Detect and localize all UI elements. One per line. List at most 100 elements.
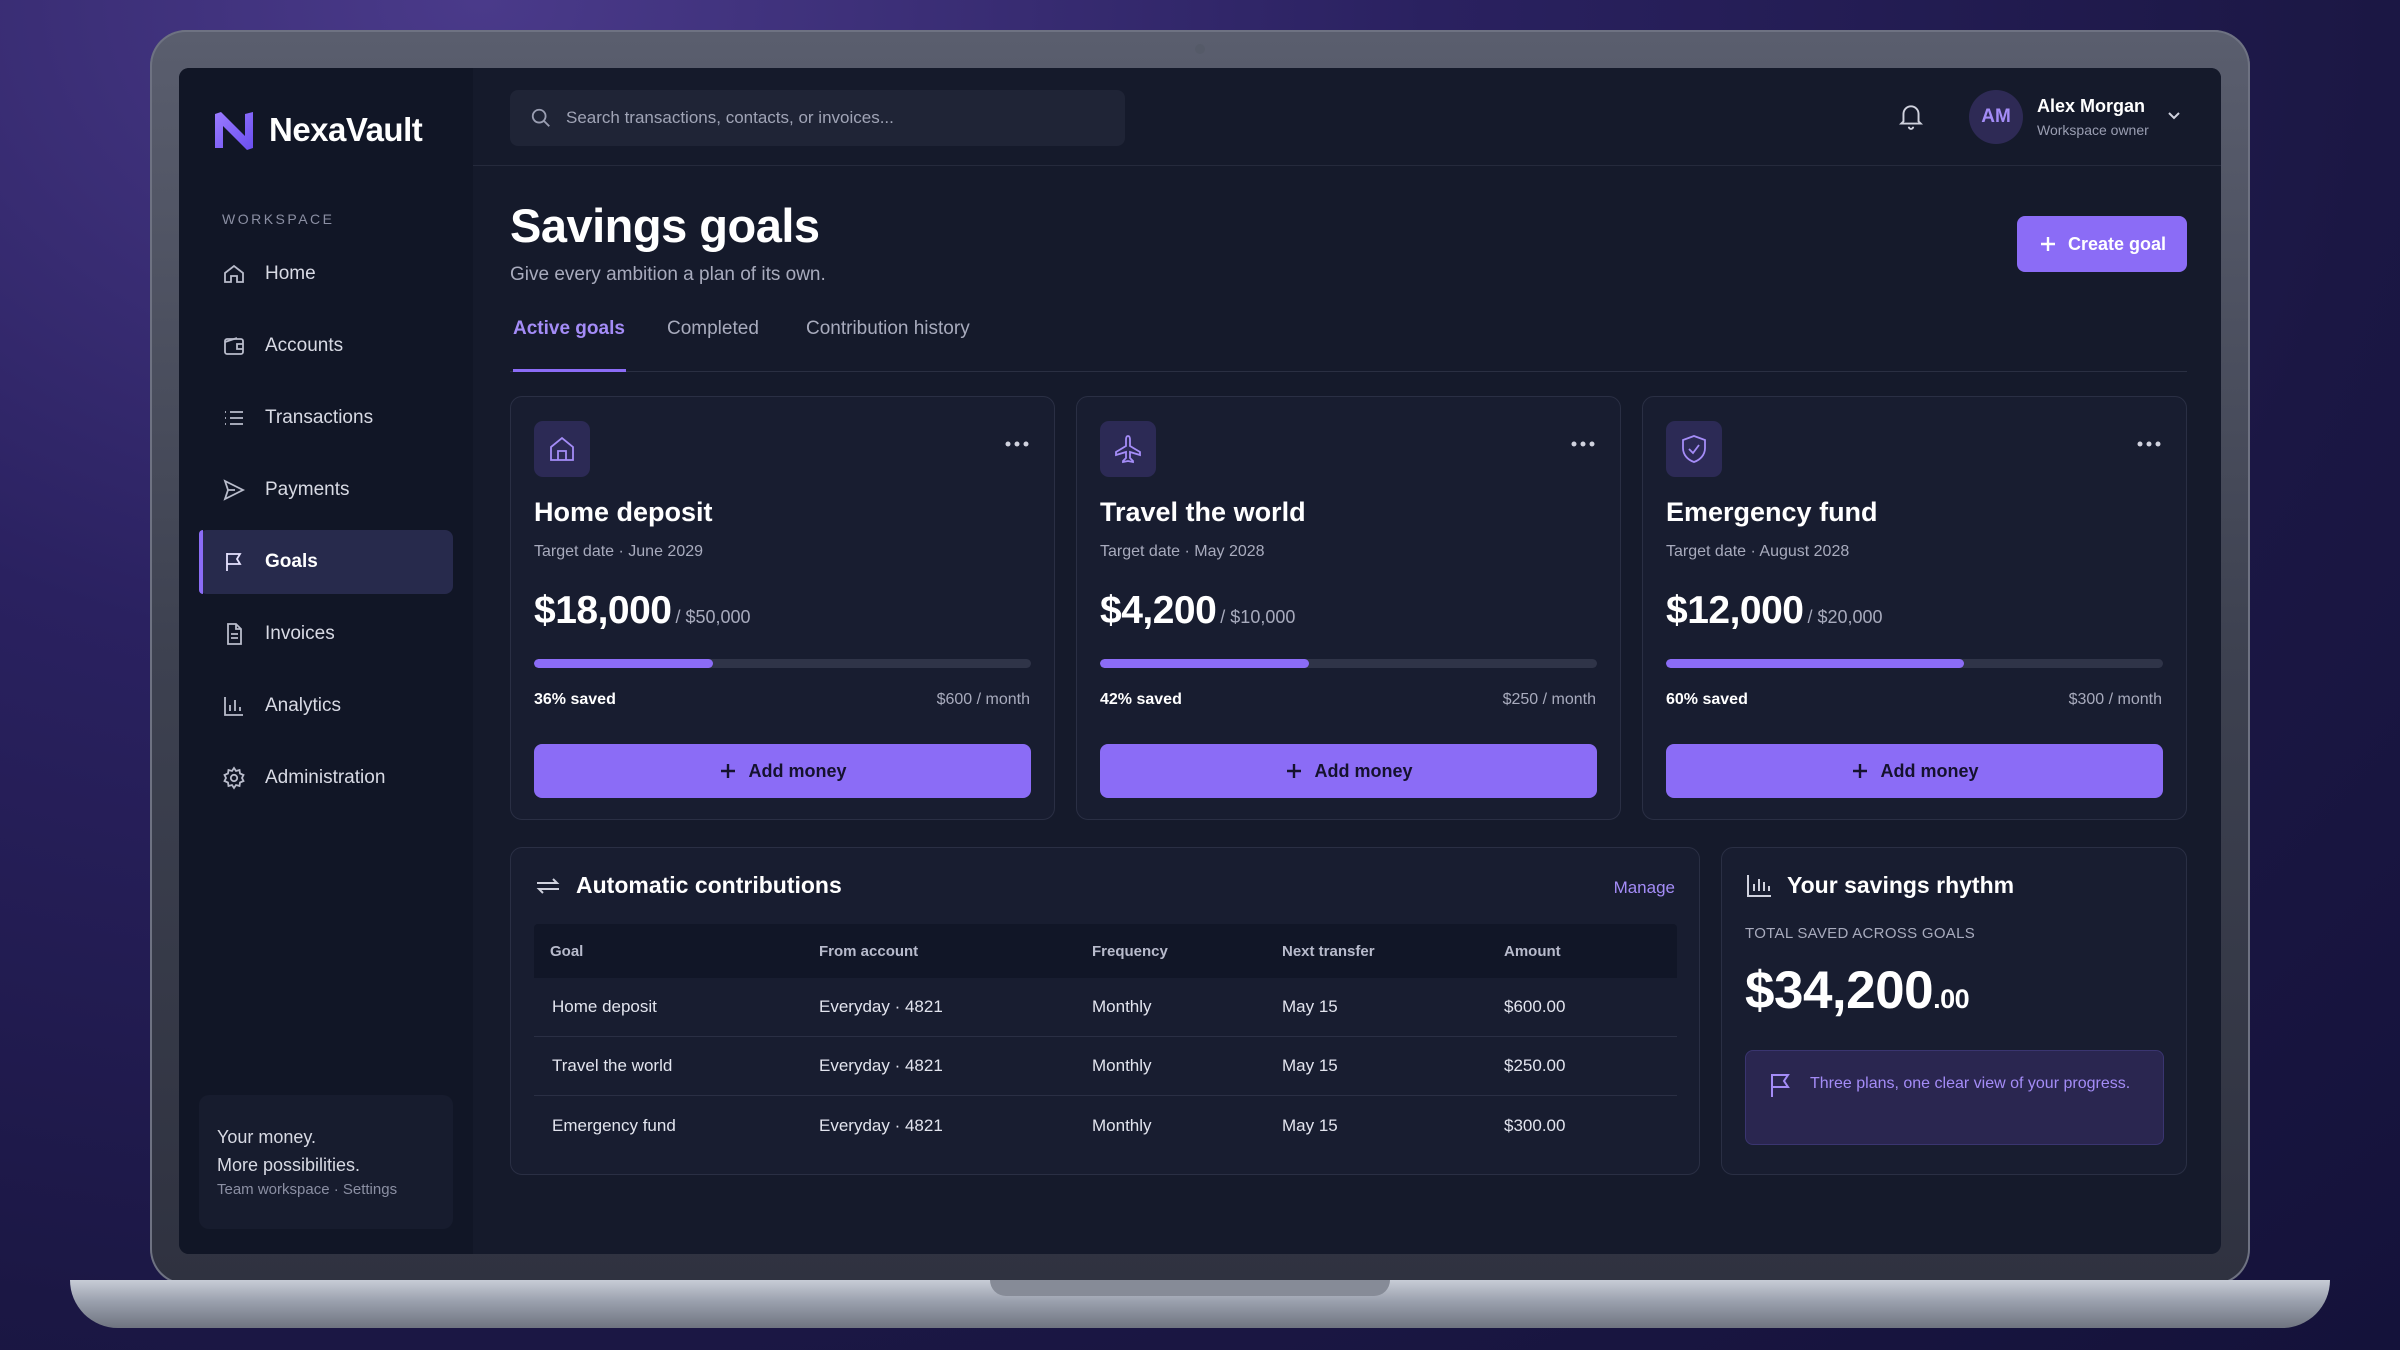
cell-next-transfer: May 15: [1282, 997, 1338, 1016]
table-row[interactable]: Travel the world Everyday · 4821 Monthly…: [534, 1037, 1677, 1096]
workspace-label: WORKSPACE: [222, 211, 335, 227]
sidebar-item-label: Analytics: [265, 695, 342, 716]
cell-amount: $250.00: [1504, 1056, 1566, 1075]
goal-monthly-rate: $250 / month: [1502, 691, 1596, 708]
table-row[interactable]: Emergency fund Everyday · 4821 Monthly M…: [534, 1096, 1677, 1155]
cell-goal: Travel the world: [552, 1056, 673, 1075]
sidebar-item-transactions[interactable]: Transactions: [199, 386, 453, 450]
saved-value: $4,200: [1100, 589, 1217, 632]
sidebar-item-analytics[interactable]: Analytics: [199, 674, 453, 738]
flag-icon: [1771, 1074, 1790, 1097]
search-input[interactable]: [566, 108, 1106, 128]
sidebar-item-label: Accounts: [265, 335, 344, 356]
add-money-button[interactable]: Add money: [534, 744, 1031, 798]
sidebar-item-label: Home: [265, 263, 316, 284]
plane-icon: [1100, 421, 1156, 477]
send-icon: [221, 477, 247, 503]
sidebar-item-home[interactable]: Home: [199, 242, 453, 306]
sidebar-item-accounts[interactable]: Accounts: [199, 314, 453, 378]
goal-progress-bar: [1666, 659, 2163, 668]
user-name[interactable]: Alex Morgan: [2037, 96, 2145, 117]
goal-target-date: Target date · August 2028: [1666, 543, 1850, 560]
more-options-icon[interactable]: [1004, 435, 1030, 447]
plus-icon: [2040, 237, 2055, 251]
cell-account: Everyday · 4821: [819, 1115, 943, 1135]
goal-target-amount: / $20,000: [1807, 607, 1883, 627]
user-role: Workspace owner: [2037, 122, 2149, 138]
home-icon: [221, 261, 247, 287]
create-goal-button[interactable]: Create goal: [2017, 216, 2187, 272]
search-bar[interactable]: [510, 90, 1125, 146]
brand[interactable]: NexaVault: [211, 108, 423, 152]
panel-title: Your savings rhythm: [1787, 872, 2015, 898]
cell-account: Everyday · 4821: [819, 1056, 943, 1075]
column-header[interactable]: Next transfer: [1282, 943, 1504, 960]
add-money-button[interactable]: Add money: [1666, 744, 2163, 798]
goal-percent-saved: 42% saved: [1100, 691, 1182, 708]
column-header[interactable]: Amount: [1504, 943, 1674, 960]
column-header[interactable]: Goal: [534, 943, 819, 960]
avatar[interactable]: AM: [1969, 90, 2023, 144]
sidebar-item-administration[interactable]: Administration: [199, 746, 453, 810]
total-dollars: $34,200: [1745, 961, 1934, 1020]
tab-active-goals[interactable]: Active goals: [513, 318, 626, 372]
manage-link[interactable]: Manage: [1614, 878, 1675, 898]
sidebar-nav: Home Accounts Transactions Payments Goal…: [199, 242, 453, 818]
goal-title: Home deposit: [534, 497, 713, 527]
cell-amount: $600.00: [1504, 997, 1566, 1016]
house-icon: [534, 421, 590, 477]
sidebar-item-invoices[interactable]: Invoices: [199, 602, 453, 666]
sidebar-item-goals[interactable]: Goals: [199, 530, 453, 594]
rhythm-note: Three plans, one clear view of your prog…: [1745, 1050, 2164, 1145]
saved-value: $18,000: [534, 589, 672, 632]
goal-saved-amount: $4,200/ $10,000: [1100, 589, 1295, 633]
topbar: AM Alex Morgan Workspace owner: [473, 68, 2221, 166]
document-icon: [221, 621, 247, 647]
cell-next-transfer: May 15: [1282, 1056, 1338, 1075]
goal-target-amount: / $10,000: [1220, 607, 1296, 627]
sidebar-promo-card: Your money. More possibilities. Team wor…: [199, 1095, 453, 1229]
add-money-button[interactable]: Add money: [1100, 744, 1597, 798]
cell-next-transfer: May 15: [1282, 1115, 1338, 1135]
cell-frequency: Monthly: [1092, 997, 1152, 1016]
flag-icon: [221, 549, 247, 575]
bar-chart-icon: [221, 693, 247, 719]
promo-links[interactable]: Team workspace · Settings: [217, 1181, 435, 1198]
promo-line-1: Your money.: [217, 1127, 317, 1147]
shield-icon: [1666, 421, 1722, 477]
contributions-table: Goal From account Frequency Next transfe…: [534, 924, 1677, 1155]
gear-icon: [221, 765, 247, 791]
saved-value: $12,000: [1666, 589, 1804, 632]
tab-contribution-history[interactable]: Contribution history: [806, 318, 970, 372]
table-row[interactable]: Home deposit Everyday · 4821 Monthly May…: [534, 978, 1677, 1037]
rhythm-header: Your savings rhythm: [1745, 872, 2014, 899]
automatic-contributions-panel: Automatic contributions Manage Goal From…: [510, 847, 1700, 1175]
sidebar-item-payments[interactable]: Payments: [199, 458, 453, 522]
notification-bell-icon[interactable]: [1898, 102, 1924, 130]
goal-card-travel-the-world: Travel the world Target date · May 2028 …: [1076, 396, 1621, 820]
savings-rhythm-panel: Your savings rhythm TOTAL SAVED ACROSS G…: [1721, 847, 2187, 1175]
plus-icon: [1853, 764, 1868, 778]
sidebar: NexaVault WORKSPACE Home Accounts Transa…: [179, 68, 473, 1254]
column-header[interactable]: Frequency: [1092, 943, 1282, 960]
sidebar-item-label: Payments: [265, 479, 350, 500]
chevron-down-icon[interactable]: [2165, 106, 2183, 124]
search-icon: [531, 108, 550, 127]
cell-goal: Emergency fund: [552, 1115, 676, 1135]
sidebar-item-label: Transactions: [265, 407, 374, 428]
tab-completed[interactable]: Completed: [667, 318, 759, 372]
goal-target-date: Target date · May 2028: [1100, 543, 1265, 560]
more-options-icon[interactable]: [1570, 435, 1596, 447]
progress-fill: [1666, 659, 1965, 668]
cell-frequency: Monthly: [1092, 1056, 1152, 1075]
goal-tabs: Active goals Completed Contribution hist…: [510, 318, 2187, 372]
laptop-notch: [990, 1280, 1390, 1296]
sidebar-item-label: Administration: [265, 767, 386, 788]
more-options-icon[interactable]: [2136, 435, 2162, 447]
repeat-icon: [536, 877, 560, 894]
total-saved-label: TOTAL SAVED ACROSS GOALS: [1745, 925, 1976, 942]
column-header[interactable]: From account: [819, 943, 1092, 960]
create-goal-label: Create goal: [2067, 233, 2167, 254]
table-header: Goal From account Frequency Next transfe…: [534, 924, 1677, 978]
camera: [1195, 44, 1205, 54]
